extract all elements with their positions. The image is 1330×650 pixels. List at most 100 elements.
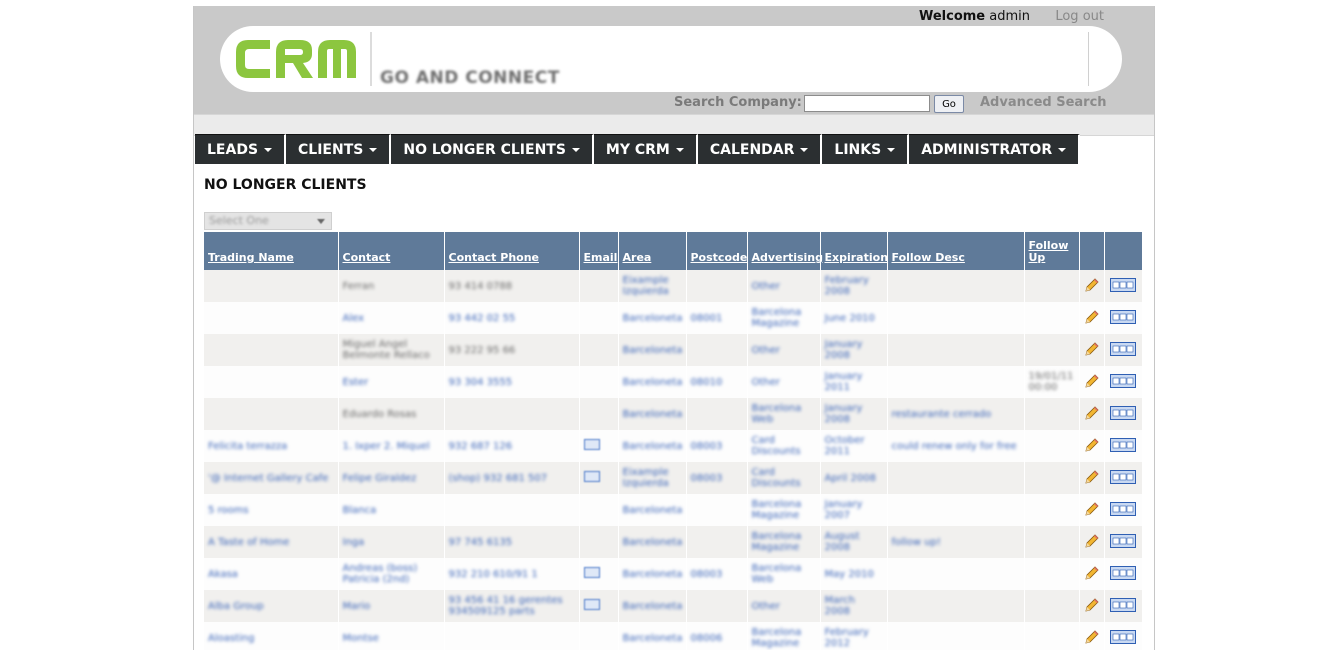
cell-adv[interactable]: Card Discounts	[747, 430, 821, 462]
card-icon[interactable]	[1110, 597, 1136, 612]
search-company-input[interactable]	[804, 95, 930, 112]
cell-contact[interactable]: Mario	[338, 590, 445, 622]
cell-contact[interactable]: 1. Ixper 2. Miquel	[338, 430, 445, 462]
logout-link[interactable]: Log out	[1055, 9, 1104, 24]
card-icon[interactable]	[1110, 437, 1136, 452]
column-header-follow-up[interactable]: Follow Up	[1024, 232, 1080, 270]
nav-item-links[interactable]: LINKS	[822, 134, 910, 164]
card-icon[interactable]	[1110, 469, 1136, 484]
nav-item-no-longer-clients[interactable]: NO LONGER CLIENTS	[391, 134, 594, 164]
cell-contact[interactable]: Eduardo Rosas	[338, 398, 445, 430]
pencil-icon[interactable]	[1084, 277, 1100, 293]
envelope-icon[interactable]	[583, 471, 600, 482]
cell-desc[interactable]: follow up!	[887, 526, 1025, 558]
cell-trading[interactable]: Aloasting	[204, 622, 339, 650]
advanced-search-link[interactable]: Advanced Search	[980, 95, 1107, 110]
pencil-icon[interactable]	[1084, 533, 1100, 549]
cell-phone[interactable]: 93 304 3555	[444, 366, 580, 398]
envelope-icon[interactable]	[583, 439, 600, 450]
cell-phone[interactable]: (shop) 932 681 507	[444, 462, 580, 494]
cell-exp[interactable]: May 2010	[820, 558, 888, 590]
envelope-icon[interactable]	[583, 599, 600, 610]
envelope-icon[interactable]	[583, 567, 600, 578]
column-header-expiration[interactable]: Expiration	[820, 232, 888, 270]
cell-adv[interactable]: Card Discounts	[747, 462, 821, 494]
cell-exp[interactable]: February 2008	[820, 270, 888, 302]
cell-adv[interactable]: Barcelona Magazine	[747, 302, 821, 334]
cell-adv[interactable]: Barcelona Magazine	[747, 526, 821, 558]
cell-area[interactable]: Barceloneta	[618, 430, 687, 462]
cell-exp[interactable]: February 2012	[820, 622, 888, 650]
cell-adv[interactable]: Other	[747, 334, 821, 366]
card-icon[interactable]	[1110, 309, 1136, 324]
cell-adv[interactable]: Other	[747, 270, 821, 302]
cell-exp[interactable]: April 2008	[820, 462, 888, 494]
cell-phone[interactable]: 93 456 41 16 gerentes 934509125 parts	[444, 590, 580, 622]
column-header-trading-name[interactable]: Trading Name	[204, 232, 339, 270]
go-button[interactable]: Go	[934, 95, 964, 113]
cell-area[interactable]: Barceloneta	[618, 590, 687, 622]
card-icon[interactable]	[1110, 533, 1136, 548]
nav-item-my-crm[interactable]: MY CRM	[593, 134, 698, 164]
card-icon[interactable]	[1110, 501, 1136, 516]
nav-item-leads[interactable]: LEADS	[195, 134, 287, 164]
cell-postcode[interactable]: 08003	[686, 558, 748, 590]
cell-exp[interactable]: January 2008	[820, 398, 888, 430]
cell-contact[interactable]: Montse	[338, 622, 445, 650]
cell-area[interactable]: Barceloneta	[618, 558, 687, 590]
cell-desc[interactable]: could renew only for free	[887, 430, 1025, 462]
cell-exp[interactable]: August 2008	[820, 526, 888, 558]
cell-contact[interactable]: Andreas (boss) Patricia (2nd)	[338, 558, 445, 590]
cell-postcode[interactable]: 08003	[686, 430, 748, 462]
cell-area[interactable]: Eixample Izquierda	[618, 270, 687, 302]
pencil-icon[interactable]	[1084, 437, 1100, 453]
filter-select[interactable]: Select One	[204, 212, 332, 230]
cell-exp[interactable]: January 2011	[820, 366, 888, 398]
cell-adv[interactable]: Barcelona Web	[747, 398, 821, 430]
cell-trading[interactable]: 5 rooms	[204, 494, 339, 526]
nav-item-clients[interactable]: CLIENTS	[286, 134, 392, 164]
cell-exp[interactable]: January 2008	[820, 334, 888, 366]
pencil-icon[interactable]	[1084, 405, 1100, 421]
nav-item-administrator[interactable]: ADMINISTRATOR	[909, 134, 1081, 164]
cell-area[interactable]: Barceloneta	[618, 494, 687, 526]
column-header-postcode[interactable]: Postcode	[686, 232, 748, 270]
cell-phone[interactable]: 932 687 126	[444, 430, 580, 462]
cell-trading[interactable]: '@ Internet Gallery Cafe	[204, 462, 339, 494]
pencil-icon[interactable]	[1084, 629, 1100, 645]
card-icon[interactable]	[1110, 565, 1136, 580]
cell-phone[interactable]: 97 745 6135	[444, 526, 580, 558]
pencil-icon[interactable]	[1084, 501, 1100, 517]
card-icon[interactable]	[1110, 405, 1136, 420]
cell-trading[interactable]: Akasa	[204, 558, 339, 590]
cell-email[interactable]	[579, 462, 619, 494]
pencil-icon[interactable]	[1084, 565, 1100, 581]
cell-desc[interactable]: restaurante cerrado	[887, 398, 1025, 430]
cell-phone[interactable]: 93 414 0788	[444, 270, 580, 302]
cell-exp[interactable]: March 2008	[820, 590, 888, 622]
cell-contact[interactable]: Inga	[338, 526, 445, 558]
cell-adv[interactable]: Barcelona Web	[747, 558, 821, 590]
cell-exp[interactable]: January 2007	[820, 494, 888, 526]
cell-postcode[interactable]: 08003	[686, 462, 748, 494]
cell-phone[interactable]: 93 442 02 55	[444, 302, 580, 334]
nav-item-calendar[interactable]: CALENDAR	[697, 134, 823, 164]
cell-postcode[interactable]: 08006	[686, 622, 748, 650]
cell-area[interactable]: Barceloneta	[618, 334, 687, 366]
cell-postcode[interactable]: 08010	[686, 366, 748, 398]
cell-phone[interactable]: 932 210 610/91 1	[444, 558, 580, 590]
cell-exp[interactable]: October 2011	[820, 430, 888, 462]
pencil-icon[interactable]	[1084, 341, 1100, 357]
cell-email[interactable]	[579, 558, 619, 590]
cell-phone[interactable]: 93 222 95 66	[444, 334, 580, 366]
column-header-advertising[interactable]: Advertising	[747, 232, 823, 270]
cell-area[interactable]: Barceloneta	[618, 302, 687, 334]
cell-trading[interactable]: A Taste of Home	[204, 526, 339, 558]
cell-area[interactable]: Eixample Izquierda	[618, 462, 687, 494]
pencil-icon[interactable]	[1084, 469, 1100, 485]
cell-contact[interactable]: Felipe Giraldez	[338, 462, 445, 494]
column-header-area[interactable]: Area	[618, 232, 687, 270]
card-icon[interactable]	[1110, 373, 1136, 388]
cell-contact[interactable]: Ferran	[338, 270, 445, 302]
cell-contact[interactable]: Miguel Angel Belmonte Rellaco	[338, 334, 445, 366]
